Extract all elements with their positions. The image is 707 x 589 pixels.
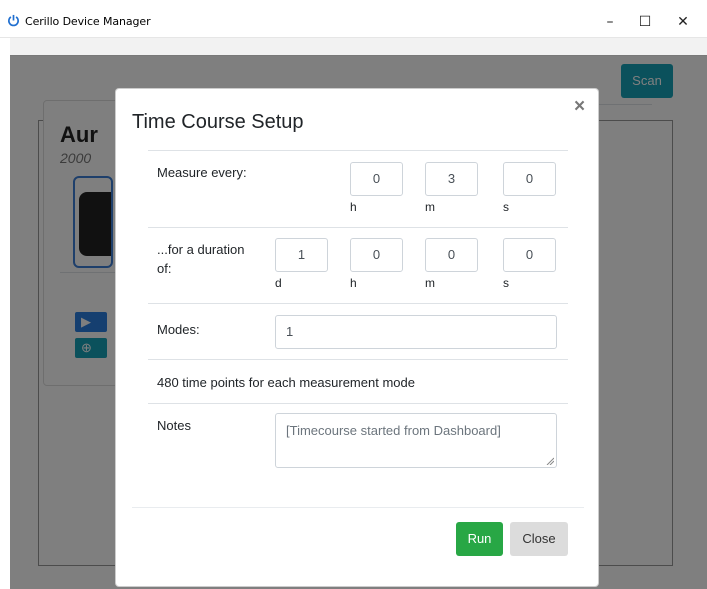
notes-textarea[interactable]: [Timecourse started from Dashboard]: [275, 413, 557, 468]
time-course-modal: Time Course Setup × Measure every: 0 3 0…: [115, 88, 599, 587]
duration-minutes-input[interactable]: 0: [425, 238, 478, 272]
duration-seconds-input[interactable]: 0: [503, 238, 556, 272]
minimize-button[interactable]: –: [590, 8, 630, 36]
measure-minutes-input[interactable]: 3: [425, 162, 478, 196]
unit-label-minutes: m: [425, 276, 435, 290]
unit-label-days: d: [275, 276, 282, 290]
duration-days-input[interactable]: 1: [275, 238, 328, 272]
window-title: Cerillo Device Manager: [25, 15, 151, 28]
measure-every-label: Measure every:: [157, 165, 247, 180]
time-points-info: 480 time points for each measurement mod…: [157, 375, 415, 390]
duration-label-line2: of:: [157, 261, 172, 276]
duration-label: ...for a duration of:: [157, 240, 244, 278]
notes-text: [Timecourse started from Dashboard]: [286, 423, 501, 438]
measure-seconds-input[interactable]: 0: [503, 162, 556, 196]
modes-input[interactable]: 1: [275, 315, 557, 349]
modes-label: Modes:: [157, 322, 200, 337]
row-divider: [148, 150, 568, 151]
duration-label-line1: ...for a duration: [157, 242, 245, 257]
unit-label-seconds: s: [503, 276, 509, 290]
modal-close-icon[interactable]: ×: [574, 97, 585, 116]
notes-label: Notes: [157, 418, 191, 433]
measure-hours-input[interactable]: 0: [350, 162, 403, 196]
duration-hours-input[interactable]: 0: [350, 238, 403, 272]
unit-label-minutes: m: [425, 200, 435, 214]
menu-strip: [10, 38, 707, 56]
row-divider: [148, 359, 568, 360]
resize-grip-icon[interactable]: [546, 457, 554, 465]
power-icon: [8, 14, 19, 27]
unit-label-hours: h: [350, 200, 357, 214]
modal-footer-divider: [132, 507, 584, 508]
maximize-button[interactable]: ☐: [625, 8, 665, 36]
window-close-button[interactable]: ✕: [663, 8, 703, 36]
row-divider: [148, 303, 568, 304]
run-button[interactable]: Run: [456, 522, 503, 556]
modal-title: Time Course Setup: [132, 111, 304, 133]
close-button[interactable]: Close: [510, 522, 568, 556]
unit-label-seconds: s: [503, 200, 509, 214]
unit-label-hours: h: [350, 276, 357, 290]
row-divider: [148, 403, 568, 404]
row-divider: [148, 227, 568, 228]
window-title-bar: Cerillo Device Manager – ☐ ✕: [0, 0, 707, 38]
